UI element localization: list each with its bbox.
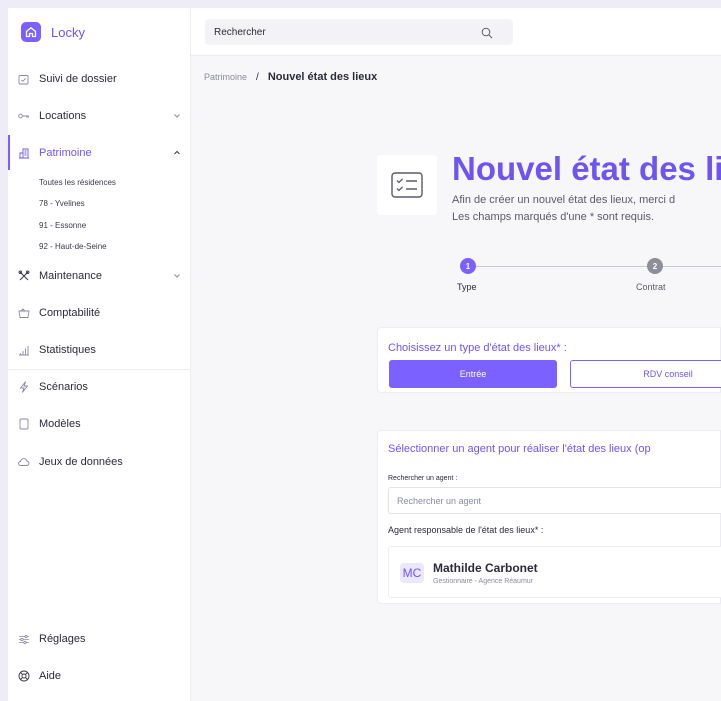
sidebar-item-suivi-de-dossier[interactable]: Suivi de dossier bbox=[8, 69, 191, 89]
avatar: MC bbox=[400, 563, 424, 583]
sidebar-subitem-toutes-residences[interactable]: Toutes les résidences bbox=[39, 178, 116, 187]
step-1-label: Type bbox=[457, 282, 477, 292]
form-checklist-icon bbox=[377, 155, 437, 215]
sidebar-item-patrimoine[interactable]: Patrimoine bbox=[8, 143, 191, 163]
stepper-line bbox=[476, 266, 647, 267]
brand-name: Locky bbox=[51, 24, 85, 40]
sidebar-item-scenarios[interactable]: Scénarios bbox=[8, 377, 191, 397]
step-2-label: Contrat bbox=[636, 282, 666, 292]
breadcrumb: Patrimoine / Nouvel état des lieux bbox=[204, 71, 377, 83]
search-icon[interactable] bbox=[481, 26, 493, 39]
sidebar-subitem-essonne[interactable]: 91 - Essonne bbox=[39, 221, 86, 230]
sidebar-item-jeux-de-donnees[interactable]: Jeux de données bbox=[8, 452, 191, 472]
bar-chart-icon bbox=[17, 344, 30, 357]
key-icon bbox=[17, 110, 30, 123]
brand[interactable]: Locky bbox=[21, 22, 85, 42]
sidebar-item-comptabilite[interactable]: Comptabilité bbox=[8, 303, 191, 323]
selected-agent-card[interactable]: MC Mathilde Carbonet Gestionnaire - Agen… bbox=[388, 546, 721, 598]
agent-selection-card: Sélectionner un agent pour réaliser l'ét… bbox=[377, 430, 721, 604]
sidebar-item-label: Aide bbox=[39, 670, 62, 682]
cloud-icon bbox=[17, 456, 30, 469]
app-window: Locky Suivi de dossier Locations Patrimo… bbox=[8, 8, 721, 701]
type-section-title: Choisissez un type d'état des lieux* : bbox=[388, 342, 567, 354]
sidebar-item-label: Scénarios bbox=[39, 381, 88, 393]
agent-section-title: Sélectionner un agent pour réaliser l'ét… bbox=[388, 443, 651, 455]
sidebar: Locky Suivi de dossier Locations Patrimo… bbox=[8, 8, 191, 701]
stepper-line bbox=[663, 266, 721, 267]
sidebar-item-label: Modèles bbox=[39, 418, 81, 430]
wallet-icon bbox=[17, 307, 30, 320]
type-selection-card: Choisissez un type d'état des lieux* : E… bbox=[377, 327, 721, 393]
page-description: Afin de créer un nouvel état des lieux, … bbox=[452, 192, 675, 226]
description-line: Afin de créer un nouvel état des lieux, … bbox=[452, 194, 676, 206]
sidebar-item-label: Maintenance bbox=[39, 270, 102, 282]
sidebar-item-label: Locations bbox=[39, 110, 87, 122]
document-icon bbox=[17, 418, 30, 431]
sidebar-item-label: Jeux de données bbox=[39, 456, 123, 468]
sidebar-item-label: Patrimoine bbox=[39, 147, 92, 159]
breadcrumb-parent-link[interactable]: Patrimoine bbox=[204, 72, 247, 82]
top-bar bbox=[191, 8, 721, 56]
divider bbox=[8, 369, 191, 370]
search-input[interactable] bbox=[205, 26, 465, 38]
sidebar-subitem-yvelines[interactable]: 78 - Yvelines bbox=[39, 199, 85, 208]
building-icon bbox=[17, 147, 30, 160]
sidebar-item-aide[interactable]: Aide bbox=[8, 666, 191, 686]
agent-search-label: Rechercher un agent : bbox=[388, 475, 458, 482]
sidebar-item-statistiques[interactable]: Statistiques bbox=[8, 340, 191, 360]
agent-name: Mathilde Carbonet bbox=[433, 561, 538, 575]
required-fields-note: Les champs marqués d'une * sont requis. bbox=[452, 211, 655, 223]
sliders-icon bbox=[17, 633, 30, 646]
step-2-indicator[interactable]: 2 bbox=[647, 258, 663, 274]
chevron-down-icon[interactable] bbox=[172, 111, 182, 121]
tools-icon bbox=[17, 270, 30, 283]
type-rdv-conseil-button[interactable]: RDV conseil bbox=[570, 360, 721, 388]
agent-role: Gestionnaire - Agence Réaumur bbox=[433, 578, 533, 585]
sidebar-item-label: Comptabilité bbox=[39, 307, 101, 319]
sidebar-item-locations[interactable]: Locations bbox=[8, 106, 191, 126]
page-title: Nouvel état des lie bbox=[452, 150, 721, 187]
type-entree-button[interactable]: Entrée bbox=[389, 360, 557, 388]
step-1-indicator[interactable]: 1 bbox=[460, 258, 476, 274]
folder-check-icon bbox=[17, 73, 30, 86]
chevron-up-icon[interactable] bbox=[172, 148, 182, 158]
search-box bbox=[205, 19, 513, 45]
agent-search-input[interactable] bbox=[388, 487, 721, 514]
sidebar-item-label: Statistiques bbox=[39, 344, 96, 356]
sidebar-item-maintenance[interactable]: Maintenance bbox=[8, 266, 191, 286]
sidebar-item-modeles[interactable]: Modèles bbox=[8, 414, 191, 434]
lifebuoy-icon bbox=[17, 670, 30, 683]
sidebar-item-label: Suivi de dossier bbox=[39, 73, 117, 85]
responsible-agent-label: Agent responsable de l'état des lieux* : bbox=[388, 525, 544, 535]
lightning-icon bbox=[17, 381, 30, 394]
chevron-down-icon[interactable] bbox=[172, 271, 182, 281]
sidebar-subitem-haut-de-seine[interactable]: 92 - Haut-de-Seine bbox=[39, 242, 107, 251]
breadcrumb-separator: / bbox=[256, 71, 259, 83]
breadcrumb-current: Nouvel état des lieux bbox=[267, 71, 378, 83]
home-logo-icon bbox=[21, 22, 41, 42]
sidebar-item-label: Réglages bbox=[39, 633, 86, 645]
sidebar-item-reglages[interactable]: Réglages bbox=[8, 629, 191, 649]
